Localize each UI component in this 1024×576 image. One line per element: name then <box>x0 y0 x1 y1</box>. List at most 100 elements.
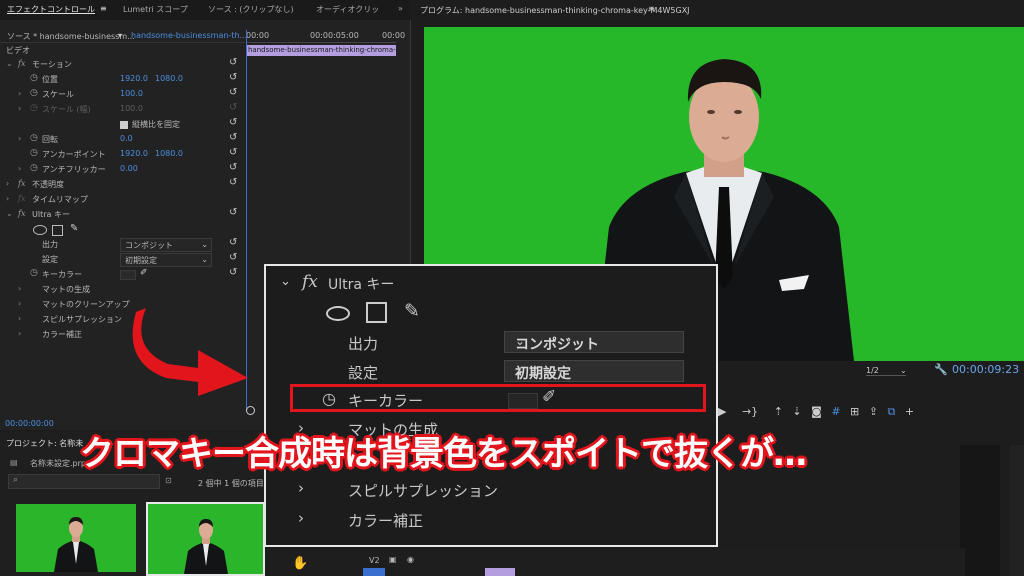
setting-dropdown[interactable]: 初期設定 ⌄ <box>504 360 684 382</box>
reset-icon[interactable]: ↺ <box>229 72 237 83</box>
pen-mask-icon[interactable]: ✎ <box>70 223 78 234</box>
reset-icon[interactable]: ↺ <box>229 147 237 158</box>
chevron-down-icon[interactable]: ⌄ <box>6 209 13 218</box>
fx-icon[interactable]: fx <box>18 209 25 218</box>
chevron-right-icon[interactable]: › <box>6 179 9 188</box>
position-y-value[interactable]: 1080.0 <box>155 74 183 83</box>
hamburger-icon[interactable]: ≡ <box>100 4 107 13</box>
group-matte-generation[interactable]: › マットの生成 <box>0 283 245 298</box>
step-forward-icon[interactable]: →} <box>742 405 758 418</box>
track-toggle-icon[interactable]: ▣ <box>389 555 397 564</box>
tab-source[interactable]: ソース : (クリップなし) <box>208 4 294 15</box>
param-setting[interactable]: 設定 初期設定 ⌄ ↺ <box>0 252 245 268</box>
more-tabs-icon[interactable]: » <box>398 4 403 13</box>
setting-dropdown[interactable]: 初期設定 ⌄ <box>120 253 212 267</box>
stopwatch-icon[interactable]: ◷ <box>30 268 38 278</box>
param-scale[interactable]: › ◷ スケール 100.0 ↺ <box>0 87 245 103</box>
fx-icon[interactable]: fx <box>18 59 25 68</box>
chevron-right-icon[interactable]: › <box>18 329 21 338</box>
stopwatch-icon[interactable]: ◷ <box>322 389 336 408</box>
chevron-right-icon[interactable]: › <box>18 314 21 323</box>
timeline-clip[interactable]: handsome-businessman-thinking-chroma-key <box>246 45 396 56</box>
chevron-right-icon[interactable]: › <box>18 164 21 173</box>
clip-thumbnail-2[interactable] <box>146 502 265 576</box>
resolution-dropdown[interactable]: 1/2 ⌄ <box>866 366 907 376</box>
rectangle-mask-icon[interactable] <box>366 302 387 323</box>
export-icon[interactable]: ⇪ <box>869 405 878 418</box>
overlay-icon[interactable]: # <box>831 405 840 418</box>
clip-dropdown-arrow[interactable]: ▾ <box>118 31 122 40</box>
current-timecode[interactable]: 00:00:00:00 <box>5 419 54 428</box>
eyedropper-icon[interactable]: ✐ <box>542 387 556 407</box>
key-color-swatch[interactable] <box>508 393 538 409</box>
chevron-down-icon[interactable]: ⌄ <box>280 274 291 289</box>
anchor-y-value[interactable]: 1080.0 <box>155 149 183 158</box>
param-key-color[interactable]: ◷ キーカラー ✐ ↺ <box>0 267 245 283</box>
output-dropdown[interactable]: コンポジット ⌄ <box>120 238 212 252</box>
chevron-right-icon[interactable]: › <box>298 479 304 497</box>
ellipse-mask-icon[interactable] <box>326 306 350 321</box>
chevron-right-icon[interactable]: › <box>6 194 9 203</box>
effect-motion[interactable]: ⌄ fx モーション ↺ <box>0 57 245 73</box>
antiflicker-value[interactable]: 0.00 <box>120 164 138 173</box>
fx-icon[interactable]: fx <box>302 272 318 292</box>
param-output[interactable]: 出力 コンポジット ⌄ ↺ <box>0 237 245 253</box>
extract-icon[interactable]: ⇣ <box>792 405 801 418</box>
reset-icon[interactable]: ↺ <box>229 267 237 278</box>
param-uniform-scale[interactable]: 縦横比を固定 ↺ <box>0 117 245 133</box>
stopwatch-icon[interactable]: ◷ <box>30 88 38 98</box>
reset-icon[interactable]: ↺ <box>229 117 237 128</box>
clip-label[interactable]: handsome-businessman-th... <box>131 31 247 40</box>
param-rotation[interactable]: › ◷ 回転 0.0 ↺ <box>0 132 245 148</box>
compare-icon[interactable]: ⧉ <box>887 405 895 418</box>
param-anchor[interactable]: ◷ アンカーポイント 1920.0 1080.0 ↺ <box>0 147 245 163</box>
reset-icon[interactable]: ↺ <box>229 87 237 98</box>
hamburger-icon[interactable]: ≡ <box>648 4 655 13</box>
wrench-icon[interactable]: 🔧 <box>934 363 948 376</box>
rotation-value[interactable]: 0.0 <box>120 134 133 143</box>
effect-opacity[interactable]: › fx 不透明度 ↺ <box>0 177 245 193</box>
fx-icon[interactable]: fx <box>18 179 25 188</box>
camera-icon[interactable]: ◙ <box>811 405 822 418</box>
anchor-x-value[interactable]: 1920.0 <box>120 149 148 158</box>
reset-icon[interactable]: ↺ <box>229 252 237 263</box>
hand-tool-icon[interactable]: ✋ <box>292 556 308 571</box>
stopwatch-icon[interactable]: ◷ <box>30 73 38 83</box>
chevron-right-icon[interactable]: › <box>18 89 21 98</box>
tab-effect-controls[interactable]: エフェクトコントロール <box>7 4 95 15</box>
reset-icon[interactable]: ↺ <box>229 162 237 173</box>
program-timecode[interactable]: 00:00:09:23 <box>952 363 1019 376</box>
uniform-checkbox[interactable] <box>120 121 128 129</box>
reset-icon[interactable]: ↺ <box>229 57 237 68</box>
reset-icon[interactable]: ↺ <box>229 132 237 143</box>
pen-mask-icon[interactable]: ✎ <box>404 300 420 322</box>
project-search-input[interactable]: ⌕ <box>8 474 160 489</box>
project-title[interactable]: プロジェクト: 名称未 <box>6 438 83 449</box>
param-position[interactable]: ◷ 位置 1920.0 1080.0 ↺ <box>0 72 245 88</box>
scroll-handle[interactable] <box>246 406 255 415</box>
reset-icon[interactable]: ↺ <box>229 237 237 248</box>
play-icon[interactable]: ▶ <box>718 405 726 418</box>
chevron-right-icon[interactable]: › <box>298 509 304 527</box>
track-target[interactable] <box>363 568 385 576</box>
key-color-swatch[interactable] <box>120 270 136 280</box>
stopwatch-icon[interactable]: ◷ <box>30 133 38 143</box>
output-dropdown[interactable]: コンポジット ⌄ <box>504 331 684 353</box>
stopwatch-icon[interactable]: ◷ <box>30 163 38 173</box>
eyedropper-icon[interactable]: ✐ <box>140 268 148 278</box>
grid-icon[interactable]: ⊞ <box>850 405 859 418</box>
ellipse-mask-icon[interactable] <box>33 225 47 235</box>
effect-time-remap[interactable]: › fx タイムリマップ <box>0 193 245 208</box>
reset-icon[interactable]: ↺ <box>229 177 237 188</box>
reset-icon[interactable]: ↺ <box>229 207 237 218</box>
add-button-icon[interactable]: + <box>905 405 914 418</box>
scale-value[interactable]: 100.0 <box>120 89 143 98</box>
track-v2-label[interactable]: V2 <box>369 556 380 565</box>
chevron-right-icon[interactable]: › <box>18 134 21 143</box>
param-antiflicker[interactable]: › ◷ アンチフリッカー 0.00 ↺ <box>0 162 245 178</box>
chevron-right-icon[interactable]: › <box>18 284 21 293</box>
stopwatch-icon[interactable]: ◷ <box>30 148 38 158</box>
position-x-value[interactable]: 1920.0 <box>120 74 148 83</box>
clip-thumbnail-1[interactable] <box>16 504 136 572</box>
timeline-clip-v2[interactable] <box>485 568 515 576</box>
